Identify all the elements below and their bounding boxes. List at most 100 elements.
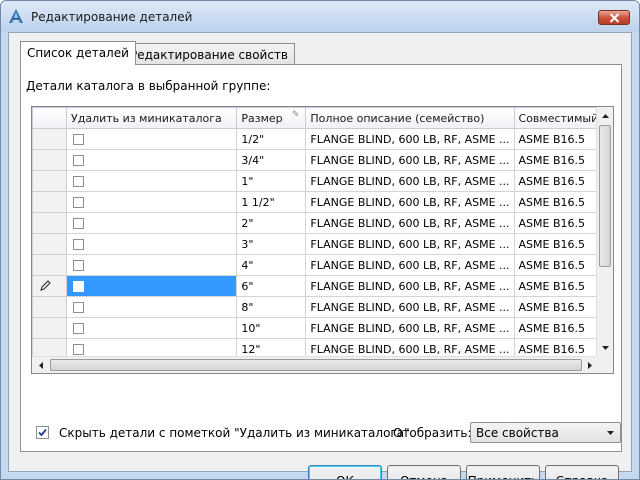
- remove-cell: [66, 275, 238, 297]
- size-cell[interactable]: 4": [236, 254, 307, 276]
- remove-checkbox[interactable]: [73, 281, 85, 292]
- size-cell[interactable]: 1/2": [236, 128, 307, 150]
- ok-button[interactable]: ОК: [308, 465, 382, 479]
- cancel-button[interactable]: Отмена: [387, 465, 461, 479]
- size-cell[interactable]: 8": [236, 296, 307, 318]
- description-cell[interactable]: FLANGE BLIND, 600 LB, RF, ASME ...: [305, 170, 515, 192]
- vertical-scroll-thumb[interactable]: [599, 125, 611, 267]
- help-button[interactable]: Справка: [545, 465, 619, 479]
- dialog-client: Список деталей Редактирование свойств Де…: [8, 32, 632, 479]
- table-row[interactable]: 1 1/2" FLANGE BLIND, 600 LB, RF, ASME ...…: [32, 191, 613, 213]
- scroll-up-button[interactable]: [597, 107, 613, 124]
- parts-grid: Удалить из миникаталога Размер ✎ Полное …: [31, 106, 614, 374]
- row-header[interactable]: [32, 149, 68, 171]
- size-cell[interactable]: 3/4": [236, 149, 307, 171]
- row-header[interactable]: [32, 254, 68, 276]
- vertical-scrollbar[interactable]: [596, 107, 613, 356]
- description-cell[interactable]: FLANGE BLIND, 600 LB, RF, ASME ...: [305, 296, 515, 318]
- remove-checkbox[interactable]: [73, 218, 85, 229]
- remove-checkbox[interactable]: [73, 197, 85, 208]
- remove-checkbox[interactable]: [73, 323, 85, 334]
- arrow-right-icon: [587, 362, 592, 369]
- hide-removed-label[interactable]: Скрыть детали с пометкой "Удалить из мин…: [59, 426, 410, 440]
- row-header[interactable]: [32, 191, 68, 213]
- table-row[interactable]: 6" FLANGE BLIND, 600 LB, RF, ASME ... ASME…: [32, 275, 613, 297]
- row-header[interactable]: [32, 296, 68, 318]
- app-icon: [9, 9, 23, 23]
- header-size-label: Размер: [241, 111, 283, 125]
- table-row[interactable]: 2" FLANGE BLIND, 600 LB, RF, ASME ... ASME…: [32, 212, 613, 234]
- description-cell[interactable]: FLANGE BLIND, 600 LB, RF, ASME ...: [305, 149, 515, 171]
- remove-cell: [66, 233, 238, 255]
- arrow-left-icon: [38, 362, 43, 369]
- window-title: Редактирование деталей: [31, 10, 193, 24]
- remove-cell: [66, 191, 238, 213]
- pencil-icon: [40, 280, 51, 291]
- checkmark-icon: [38, 428, 47, 437]
- table-row[interactable]: 1" FLANGE BLIND, 600 LB, RF, ASME ... ASME…: [32, 170, 613, 192]
- tab-parts-list[interactable]: Список деталей: [20, 41, 136, 65]
- row-header[interactable]: [32, 128, 68, 150]
- size-cell[interactable]: 1 1/2": [236, 191, 307, 213]
- header-remove[interactable]: Удалить из миникаталога: [66, 107, 238, 129]
- row-header[interactable]: [32, 212, 68, 234]
- hide-removed-checkbox[interactable]: [36, 426, 49, 439]
- description-cell[interactable]: FLANGE BLIND, 600 LB, RF, ASME ...: [305, 254, 515, 276]
- header-row: Удалить из миникаталога Размер ✎ Полное …: [32, 107, 613, 129]
- remove-cell: [66, 254, 238, 276]
- size-cell[interactable]: 6": [236, 275, 307, 297]
- dialog-window: Редактирование деталей Список деталей Ре…: [0, 0, 640, 480]
- description-cell[interactable]: FLANGE BLIND, 600 LB, RF, ASME ...: [305, 233, 515, 255]
- remove-checkbox[interactable]: [73, 344, 85, 355]
- row-header[interactable]: [32, 275, 68, 297]
- row-header[interactable]: [32, 317, 68, 339]
- arrow-up-icon: [602, 113, 609, 118]
- apply-button[interactable]: Применить: [466, 465, 540, 479]
- table-row[interactable]: 3/4" FLANGE BLIND, 600 LB, RF, ASME ... AS…: [32, 149, 613, 171]
- size-cell[interactable]: 3": [236, 233, 307, 255]
- header-size[interactable]: Размер ✎: [236, 107, 307, 129]
- row-header[interactable]: [32, 233, 68, 255]
- remove-cell: [66, 170, 238, 192]
- remove-checkbox[interactable]: [73, 155, 85, 166]
- close-button[interactable]: [598, 10, 630, 25]
- remove-checkbox[interactable]: [73, 260, 85, 271]
- close-icon: [609, 13, 620, 23]
- row-header[interactable]: [32, 170, 68, 192]
- horizontal-scroll-thumb[interactable]: [50, 359, 582, 371]
- description-cell[interactable]: FLANGE BLIND, 600 LB, RF, ASME ...: [305, 212, 515, 234]
- table-row[interactable]: 10" FLANGE BLIND, 600 LB, RF, ASME ... ASM…: [32, 317, 613, 339]
- horizontal-scrollbar[interactable]: [32, 356, 598, 373]
- remove-cell: [66, 296, 238, 318]
- remove-checkbox[interactable]: [73, 134, 85, 145]
- remove-cell: [66, 149, 238, 171]
- table-row[interactable]: 1/2" FLANGE BLIND, 600 LB, RF, ASME ... AS…: [32, 128, 613, 150]
- scroll-down-button[interactable]: [597, 339, 613, 356]
- title-bar[interactable]: Редактирование деталей: [1, 1, 639, 32]
- header-edit-marker: ✎: [291, 110, 300, 120]
- remove-checkbox[interactable]: [73, 302, 85, 313]
- table-row[interactable]: 3" FLANGE BLIND, 600 LB, RF, ASME ... ASME…: [32, 233, 613, 255]
- tab-edit-properties[interactable]: Редактирование свойств: [123, 43, 296, 64]
- size-cell[interactable]: 2": [236, 212, 307, 234]
- description-cell[interactable]: FLANGE BLIND, 600 LB, RF, ASME ...: [305, 128, 515, 150]
- remove-cell: [66, 317, 238, 339]
- description-cell[interactable]: FLANGE BLIND, 600 LB, RF, ASME ...: [305, 275, 515, 297]
- header-description[interactable]: Полное описание (семейство): [305, 107, 515, 129]
- arrow-down-icon: [602, 345, 609, 350]
- display-select[interactable]: Все свойства: [470, 422, 621, 443]
- description-cell[interactable]: FLANGE BLIND, 600 LB, RF, ASME ...: [305, 317, 515, 339]
- parts-table: Удалить из миникаталога Размер ✎ Полное …: [32, 107, 613, 360]
- size-cell[interactable]: 10": [236, 317, 307, 339]
- remove-cell: [66, 212, 238, 234]
- scroll-left-button[interactable]: [32, 357, 49, 373]
- table-row[interactable]: 8" FLANGE BLIND, 600 LB, RF, ASME ... ASME…: [32, 296, 613, 318]
- size-cell[interactable]: 1": [236, 170, 307, 192]
- table-row[interactable]: 4" FLANGE BLIND, 600 LB, RF, ASME ... ASME…: [32, 254, 613, 276]
- remove-checkbox[interactable]: [73, 239, 85, 250]
- description-cell[interactable]: FLANGE BLIND, 600 LB, RF, ASME ...: [305, 191, 515, 213]
- display-label: Отобразить:: [393, 426, 472, 440]
- display-select-value: Все свойства: [476, 426, 559, 440]
- remove-checkbox[interactable]: [73, 176, 85, 187]
- scroll-corner: [596, 356, 613, 373]
